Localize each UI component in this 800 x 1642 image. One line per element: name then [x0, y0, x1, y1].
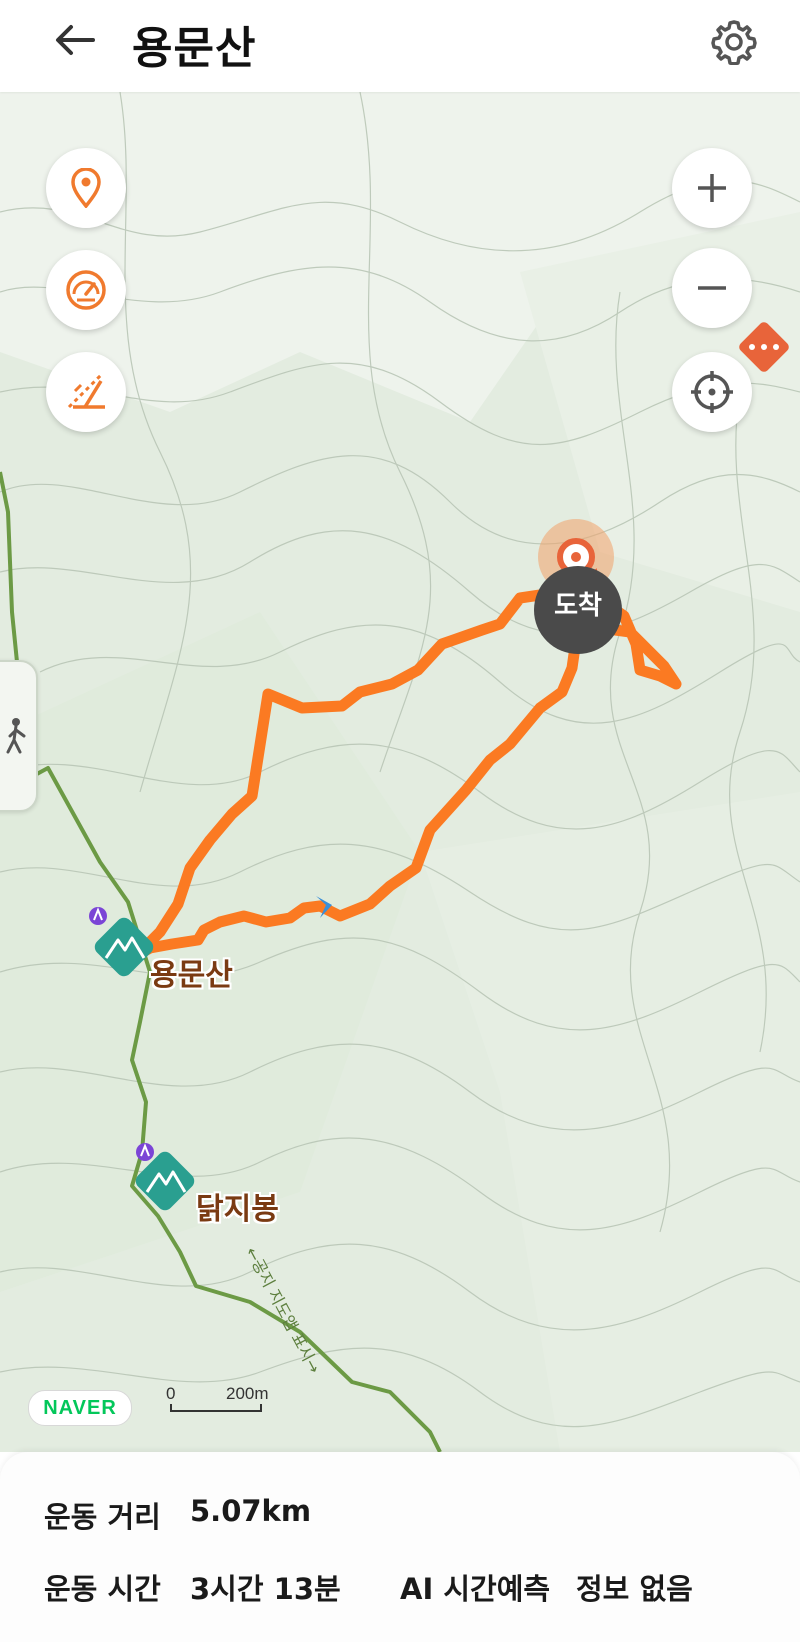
zoom-out-button[interactable] — [672, 248, 752, 328]
poi-label-yongmunsan[interactable]: 용문산 — [150, 950, 233, 994]
arrival-label: 도착 — [554, 590, 602, 621]
arrival-bubble: 도착 — [534, 566, 622, 654]
time-label: 운동 시간 — [44, 1572, 161, 1606]
map-view[interactable]: ←공지 지도앱 표시→ 도착 용문산 닭지봉 NAVER 0 200m — [0, 92, 800, 1452]
gear-icon — [711, 20, 757, 65]
location-button[interactable] — [46, 148, 126, 228]
elevation-button[interactable] — [46, 352, 126, 432]
speed-button[interactable] — [46, 250, 126, 330]
zoom-in-button[interactable] — [672, 148, 752, 228]
scale-bar — [170, 1404, 262, 1412]
ai-estimate-label: AI 시간예측 — [400, 1572, 551, 1606]
speedometer-icon — [66, 270, 106, 310]
time-value: 3시간 13분 — [190, 1572, 341, 1606]
elevation-slope-icon — [67, 373, 105, 409]
crosshair-icon — [691, 371, 733, 413]
location-pin-icon — [71, 168, 101, 208]
app-bar: 용문산 — [0, 0, 800, 92]
hiker-icon — [6, 718, 26, 754]
distance-label: 운동 거리 — [44, 1500, 161, 1534]
side-panel-handle[interactable] — [0, 660, 38, 812]
zoom-out-icon — [698, 286, 726, 290]
back-arrow-icon — [56, 25, 95, 55]
stats-panel: 운동 거리 5.07km 운동 시간 3시간 13분 AI 시간예측 정보 없음 — [0, 1452, 800, 1642]
back-button[interactable] — [50, 20, 100, 60]
settings-button[interactable] — [706, 14, 762, 70]
poi-label-dakjibong[interactable]: 닭지봉 — [196, 1184, 279, 1228]
page-title: 용문산 — [132, 23, 257, 74]
my-location-button[interactable] — [672, 352, 752, 432]
scale-start: 0 — [166, 1384, 176, 1403]
distance-value: 5.07km — [190, 1494, 312, 1528]
naver-logo: NAVER — [28, 1390, 132, 1426]
ai-estimate-value: 정보 없음 — [576, 1572, 693, 1606]
scale-end: 200m — [226, 1384, 269, 1403]
more-dots-icon — [736, 335, 792, 359]
zoom-in-icon — [698, 174, 726, 202]
